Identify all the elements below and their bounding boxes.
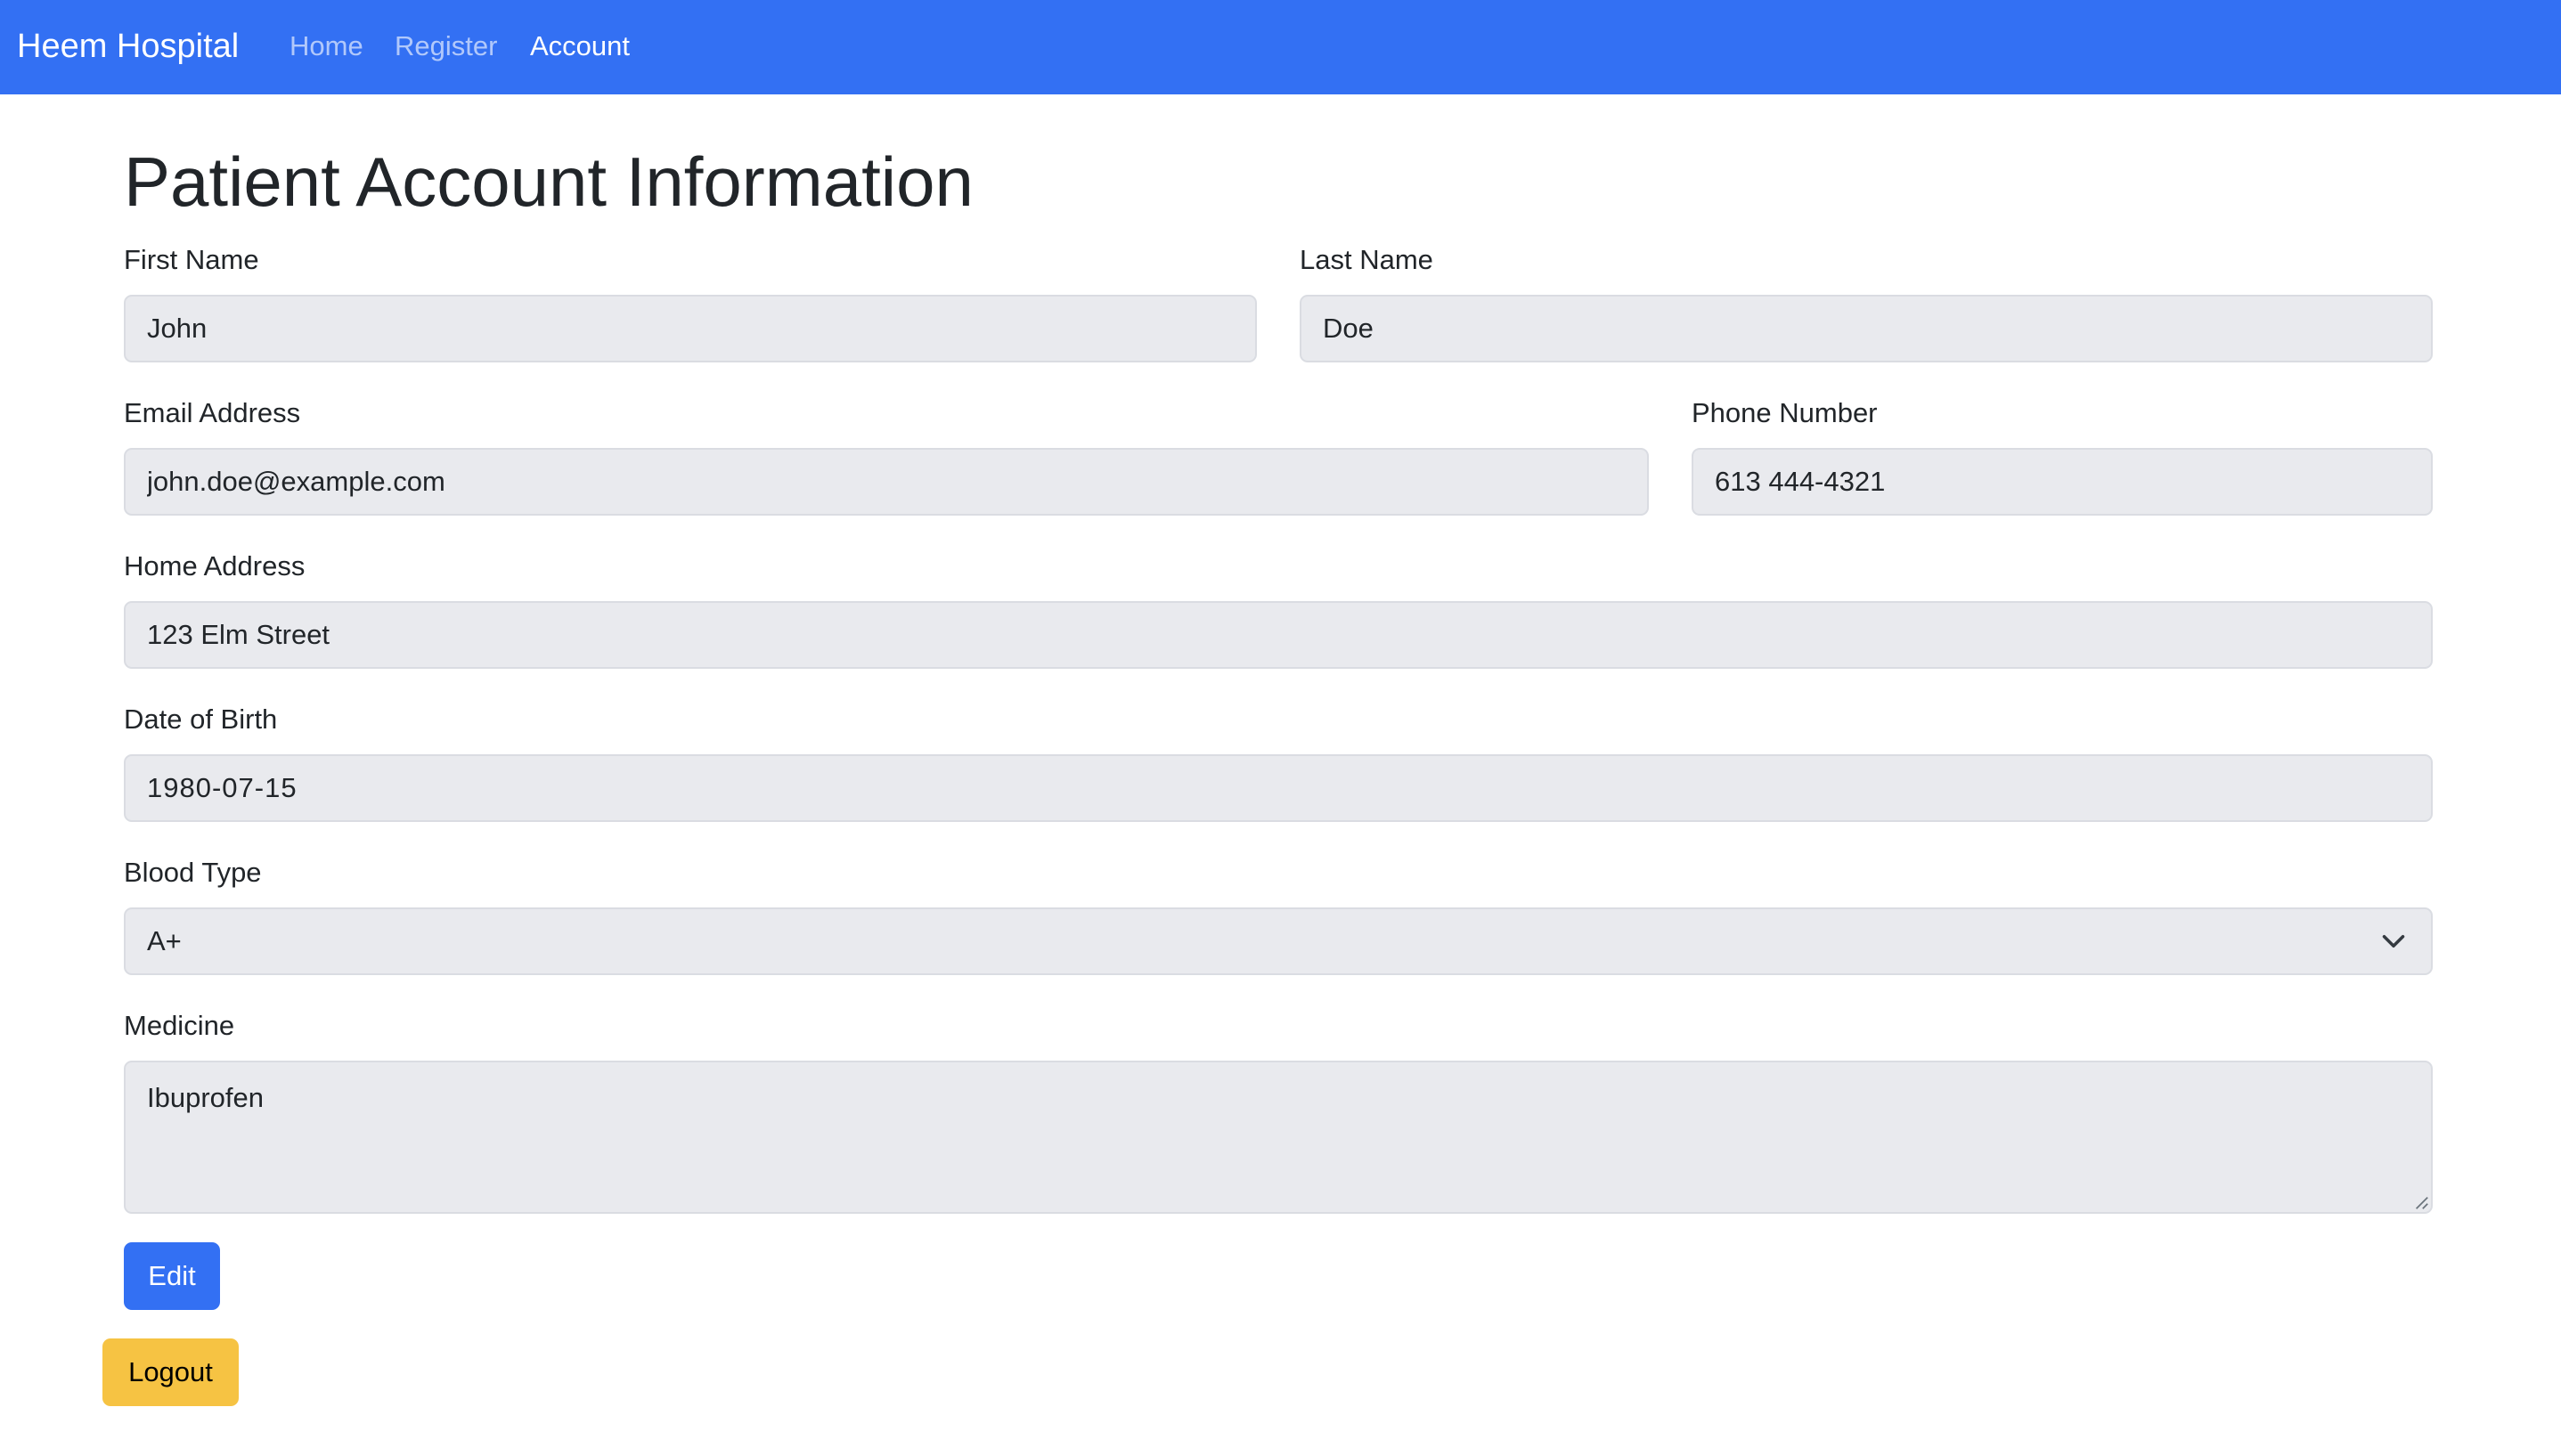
last-name-input[interactable]	[1300, 295, 2433, 362]
phone-input[interactable]	[1692, 448, 2433, 516]
chevron-down-icon	[2382, 935, 2405, 948]
blood-type-label: Blood Type	[124, 857, 262, 888]
edit-button[interactable]: Edit	[124, 1242, 220, 1310]
blood-type-value: A+	[147, 925, 182, 956]
email-input[interactable]	[124, 448, 1649, 516]
home-address-input[interactable]	[124, 601, 2433, 669]
brand-link[interactable]: Heem Hospital	[17, 24, 239, 69]
medicine-label: Medicine	[124, 1010, 235, 1041]
email-label: Email Address	[124, 397, 301, 428]
first-name-input[interactable]	[124, 295, 1257, 362]
resize-grip-icon[interactable]	[2413, 1194, 2429, 1210]
top-navbar: Heem Hospital Home Register Account	[0, 0, 2561, 94]
dob-input[interactable]	[124, 754, 2433, 822]
nav-link-register[interactable]: Register	[395, 27, 497, 66]
last-name-label: Last Name	[1300, 244, 1433, 275]
home-address-label: Home Address	[124, 550, 306, 582]
medicine-textarea[interactable]: Ibuprofen	[124, 1061, 2433, 1214]
dob-label: Date of Birth	[124, 704, 278, 735]
nav-link-account[interactable]: Account	[530, 27, 630, 66]
first-name-label: First Name	[124, 244, 259, 275]
blood-type-select[interactable]: A+	[124, 907, 2433, 975]
page-title: Patient Account Information	[124, 142, 974, 221]
phone-label: Phone Number	[1692, 397, 1878, 428]
logout-button[interactable]: Logout	[102, 1338, 239, 1406]
nav-link-home[interactable]: Home	[290, 27, 363, 66]
